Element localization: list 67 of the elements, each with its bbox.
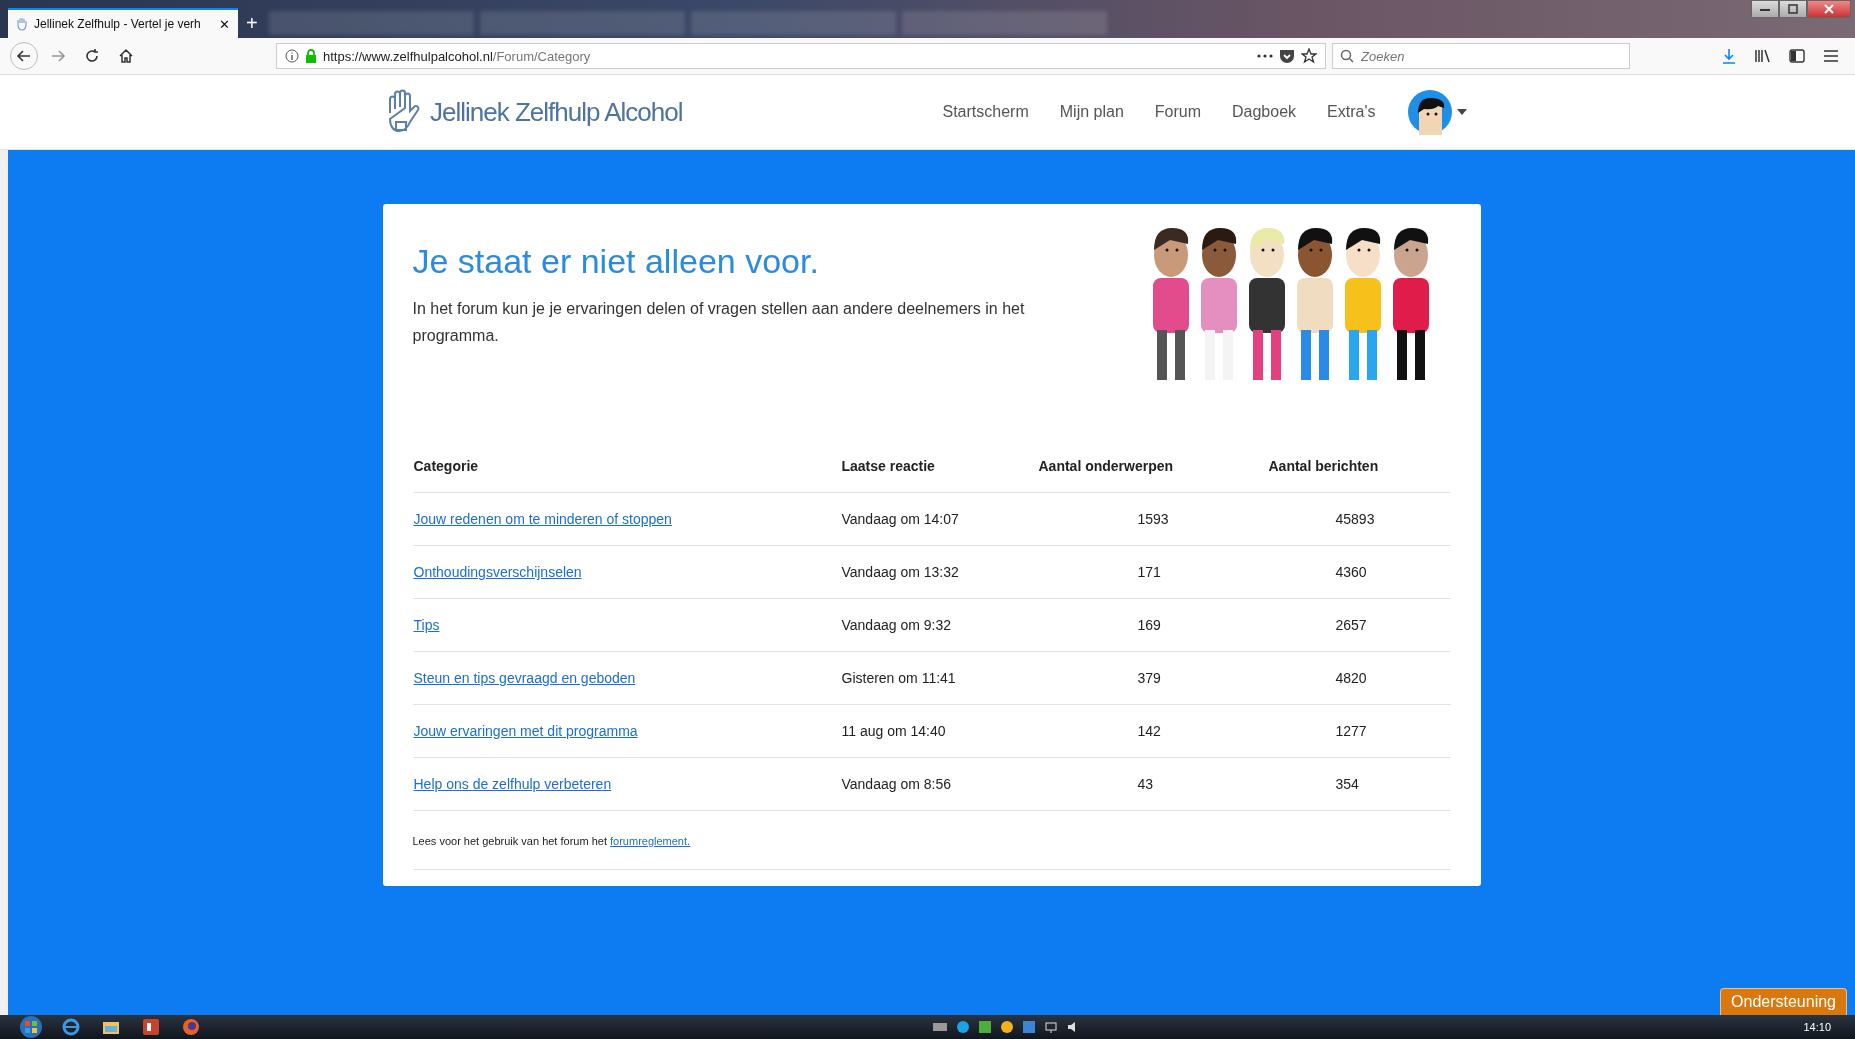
nav-link[interactable]: Startscherm [942, 103, 1029, 121]
maximize-icon [1788, 4, 1798, 14]
intro-text: In het forum kun je je ervaringen delen of vragen stellen aan andere deelnemers in het programma. [412, 299, 1026, 346]
nav-link[interactable]: Forum [1154, 103, 1201, 121]
last-reply-cell: Vandaag om 9:32 [840, 598, 1038, 652]
topics-cell: 379 [1037, 651, 1268, 705]
user-menu[interactable] [1407, 89, 1468, 135]
site-logo[interactable]: Jellinek Zelfhulp Alcohol [430, 96, 683, 128]
topics-cell: 171 [1037, 545, 1268, 599]
forward-arrow-icon [50, 48, 66, 64]
nav-link[interactable]: Dagboek [1232, 103, 1297, 121]
info-icon [285, 49, 299, 63]
posts-cell: 354 [1267, 757, 1451, 811]
close-window-button[interactable] [1807, 0, 1851, 18]
star-icon[interactable] [1301, 48, 1317, 64]
posts-cell: 4360 [1267, 545, 1451, 599]
category-link[interactable]: Steun en tips gevraagd en geboden [413, 670, 636, 686]
column-header: Laatse reactie [840, 440, 1038, 493]
category-link[interactable]: Tips [413, 617, 440, 633]
address-bar[interactable]: https://www.zelfhulpalcohol.nl/Forum/Category [276, 43, 1326, 69]
maximize-button[interactable] [1779, 0, 1807, 18]
footer-note: Lees voor het gebruik van het forum het forumreglement. [412, 835, 691, 847]
close-tab-button[interactable]: ✕ [219, 16, 230, 32]
avatar-icon [1407, 89, 1454, 135]
posts-cell: 2657 [1267, 598, 1451, 652]
new-tab-button[interactable]: + [238, 8, 266, 38]
topics-cell: 169 [1037, 598, 1268, 652]
page-title: Je staat er niet alleen voor. [412, 242, 820, 281]
minimize-icon [1760, 7, 1770, 11]
more-icon[interactable] [1257, 54, 1273, 58]
posts-cell: 1277 [1267, 704, 1451, 758]
nav-link[interactable]: Extra's [1327, 103, 1376, 121]
tab-title: Jellinek Zelfhulp - Vertel je verh [34, 17, 202, 31]
category-link[interactable]: Jouw ervaringen met dit programma [413, 723, 638, 739]
nav-link[interactable]: Mijn plan [1059, 103, 1124, 121]
last-reply-cell: Vandaag om 14:07 [840, 492, 1038, 546]
back-arrow-icon [16, 48, 32, 64]
browser-tab[interactable]: Jellinek Zelfhulp - Vertel je verh ✕ [8, 8, 238, 38]
close-icon [1824, 4, 1834, 14]
rules-link[interactable]: forumreglement. [610, 835, 691, 847]
home-icon [118, 48, 134, 64]
lock-icon [305, 49, 317, 63]
column-header: Aantal onderwerpen [1037, 440, 1268, 493]
category-link[interactable]: Jouw redenen om te minderen of stoppen [413, 511, 672, 527]
last-reply-cell: Vandaag om 13:32 [840, 545, 1038, 599]
column-header: Categorie [412, 440, 841, 493]
category-link[interactable]: Help ons de zelfhulp verbeteren [413, 776, 612, 792]
last-reply-cell: Gisteren om 11:41 [840, 651, 1038, 705]
minimize-button[interactable] [1751, 0, 1779, 18]
topics-cell: 1593 [1037, 492, 1268, 546]
search-icon [1340, 49, 1354, 63]
posts-cell: 4820 [1267, 651, 1451, 705]
category-link[interactable]: Onthoudingsverschijnselen [413, 564, 582, 580]
last-reply-cell: 11 aug om 14:40 [840, 704, 1038, 758]
search-field[interactable]: Zoeken [1332, 43, 1630, 69]
pocket-icon[interactable] [1279, 48, 1295, 64]
posts-cell: 45893 [1267, 492, 1451, 546]
caret-icon [1457, 109, 1468, 115]
network-icon[interactable] [1043, 1020, 1058, 1034]
taskbar-clock: 14:10 [1803, 1021, 1831, 1033]
column-header: Aantal berichten [1267, 440, 1451, 493]
last-reply-cell: Vandaag om 8:56 [840, 757, 1038, 811]
topics-cell: 142 [1037, 704, 1268, 758]
hand-icon [16, 17, 28, 31]
url-text: https://www.zelfhulpalcohol.nl/Forum/Category [323, 48, 591, 64]
reload-icon [84, 48, 100, 64]
topics-cell: 43 [1037, 757, 1268, 811]
